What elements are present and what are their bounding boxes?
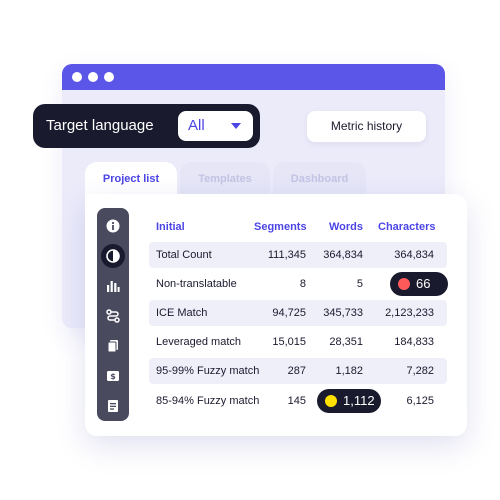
row-words: 364,834 bbox=[323, 249, 363, 261]
row-words: 28,351 bbox=[329, 336, 363, 348]
row-words: 1,182 bbox=[335, 365, 363, 377]
documents-icon[interactable] bbox=[101, 334, 125, 358]
target-language-filter: Target language All bbox=[33, 104, 260, 148]
characters-highlight-badge: 66 bbox=[390, 272, 448, 296]
tab-dashboard[interactable]: Dashboard bbox=[273, 162, 366, 196]
status-dot-icon bbox=[325, 395, 337, 407]
row-characters: 6,125 bbox=[406, 395, 434, 407]
pie-chart-icon[interactable] bbox=[101, 244, 125, 268]
row-characters: 66 bbox=[416, 276, 431, 291]
metric-history-button[interactable]: Metric history bbox=[307, 111, 426, 142]
table-row[interactable]: Total Count 111,345 364,834 364,834 bbox=[149, 242, 447, 268]
table-header: Initial Segments Words Characters bbox=[149, 212, 447, 242]
column-header-segments[interactable]: Segments bbox=[254, 212, 307, 242]
words-highlight-badge: 1,112 bbox=[317, 389, 381, 413]
row-segments: 15,015 bbox=[272, 336, 306, 348]
info-icon[interactable] bbox=[101, 214, 125, 238]
table-row[interactable]: ICE Match 94,725 345,733 2,123,233 bbox=[149, 300, 447, 326]
row-name: Total Count bbox=[156, 249, 212, 261]
row-characters: 2,123,233 bbox=[385, 307, 434, 319]
window-dot-icon[interactable] bbox=[88, 72, 98, 82]
table-row[interactable]: Non-translatable 8 5 66 bbox=[149, 271, 448, 297]
row-name: Leveraged match bbox=[156, 336, 241, 348]
row-segments: 111,345 bbox=[267, 249, 306, 261]
row-characters: 184,833 bbox=[394, 336, 434, 348]
icon-sidebar: $ bbox=[97, 208, 129, 421]
target-language-label: Target language bbox=[46, 117, 154, 134]
dollar-icon[interactable]: $ bbox=[101, 364, 125, 388]
row-name: 85-94% Fuzzy match bbox=[156, 395, 260, 407]
row-segments: 94,725 bbox=[272, 307, 306, 319]
row-segments: 8 bbox=[299, 278, 306, 290]
column-header-words[interactable]: Words bbox=[329, 212, 363, 242]
table-row[interactable]: 85-94% Fuzzy match 145 1,112 6,125 bbox=[149, 388, 447, 414]
chevron-down-icon bbox=[231, 123, 241, 129]
tab-templates[interactable]: Templates bbox=[180, 162, 270, 196]
bar-chart-icon[interactable] bbox=[101, 274, 125, 298]
target-language-value: All bbox=[188, 117, 205, 134]
row-segments: 287 bbox=[287, 365, 306, 377]
window-titlebar bbox=[62, 64, 445, 90]
row-words: 345,733 bbox=[323, 307, 363, 319]
window-dot-icon[interactable] bbox=[104, 72, 114, 82]
tab-project-list[interactable]: Project list bbox=[85, 162, 177, 196]
row-segments: 145 bbox=[287, 395, 306, 407]
row-name: 95-99% Fuzzy match bbox=[156, 365, 260, 377]
report-icon[interactable] bbox=[101, 394, 125, 418]
table-row[interactable]: Leveraged match 15,015 28,351 184,833 bbox=[149, 329, 447, 355]
svg-text:$: $ bbox=[110, 372, 116, 381]
route-icon[interactable] bbox=[101, 304, 125, 328]
row-words: 1,112 bbox=[343, 393, 375, 408]
row-characters: 364,834 bbox=[394, 249, 434, 261]
status-dot-icon bbox=[398, 278, 410, 290]
row-words: 5 bbox=[356, 278, 363, 290]
window-dot-icon[interactable] bbox=[72, 72, 82, 82]
row-characters: 7,282 bbox=[406, 365, 434, 377]
row-name: ICE Match bbox=[156, 307, 208, 319]
target-language-dropdown[interactable]: All bbox=[178, 111, 253, 141]
column-header-characters[interactable]: Characters bbox=[378, 212, 435, 242]
column-header-initial[interactable]: Initial bbox=[156, 212, 185, 242]
row-name: Non-translatable bbox=[156, 278, 237, 290]
table-row[interactable]: 95-99% Fuzzy match 287 1,182 7,282 bbox=[149, 358, 447, 384]
